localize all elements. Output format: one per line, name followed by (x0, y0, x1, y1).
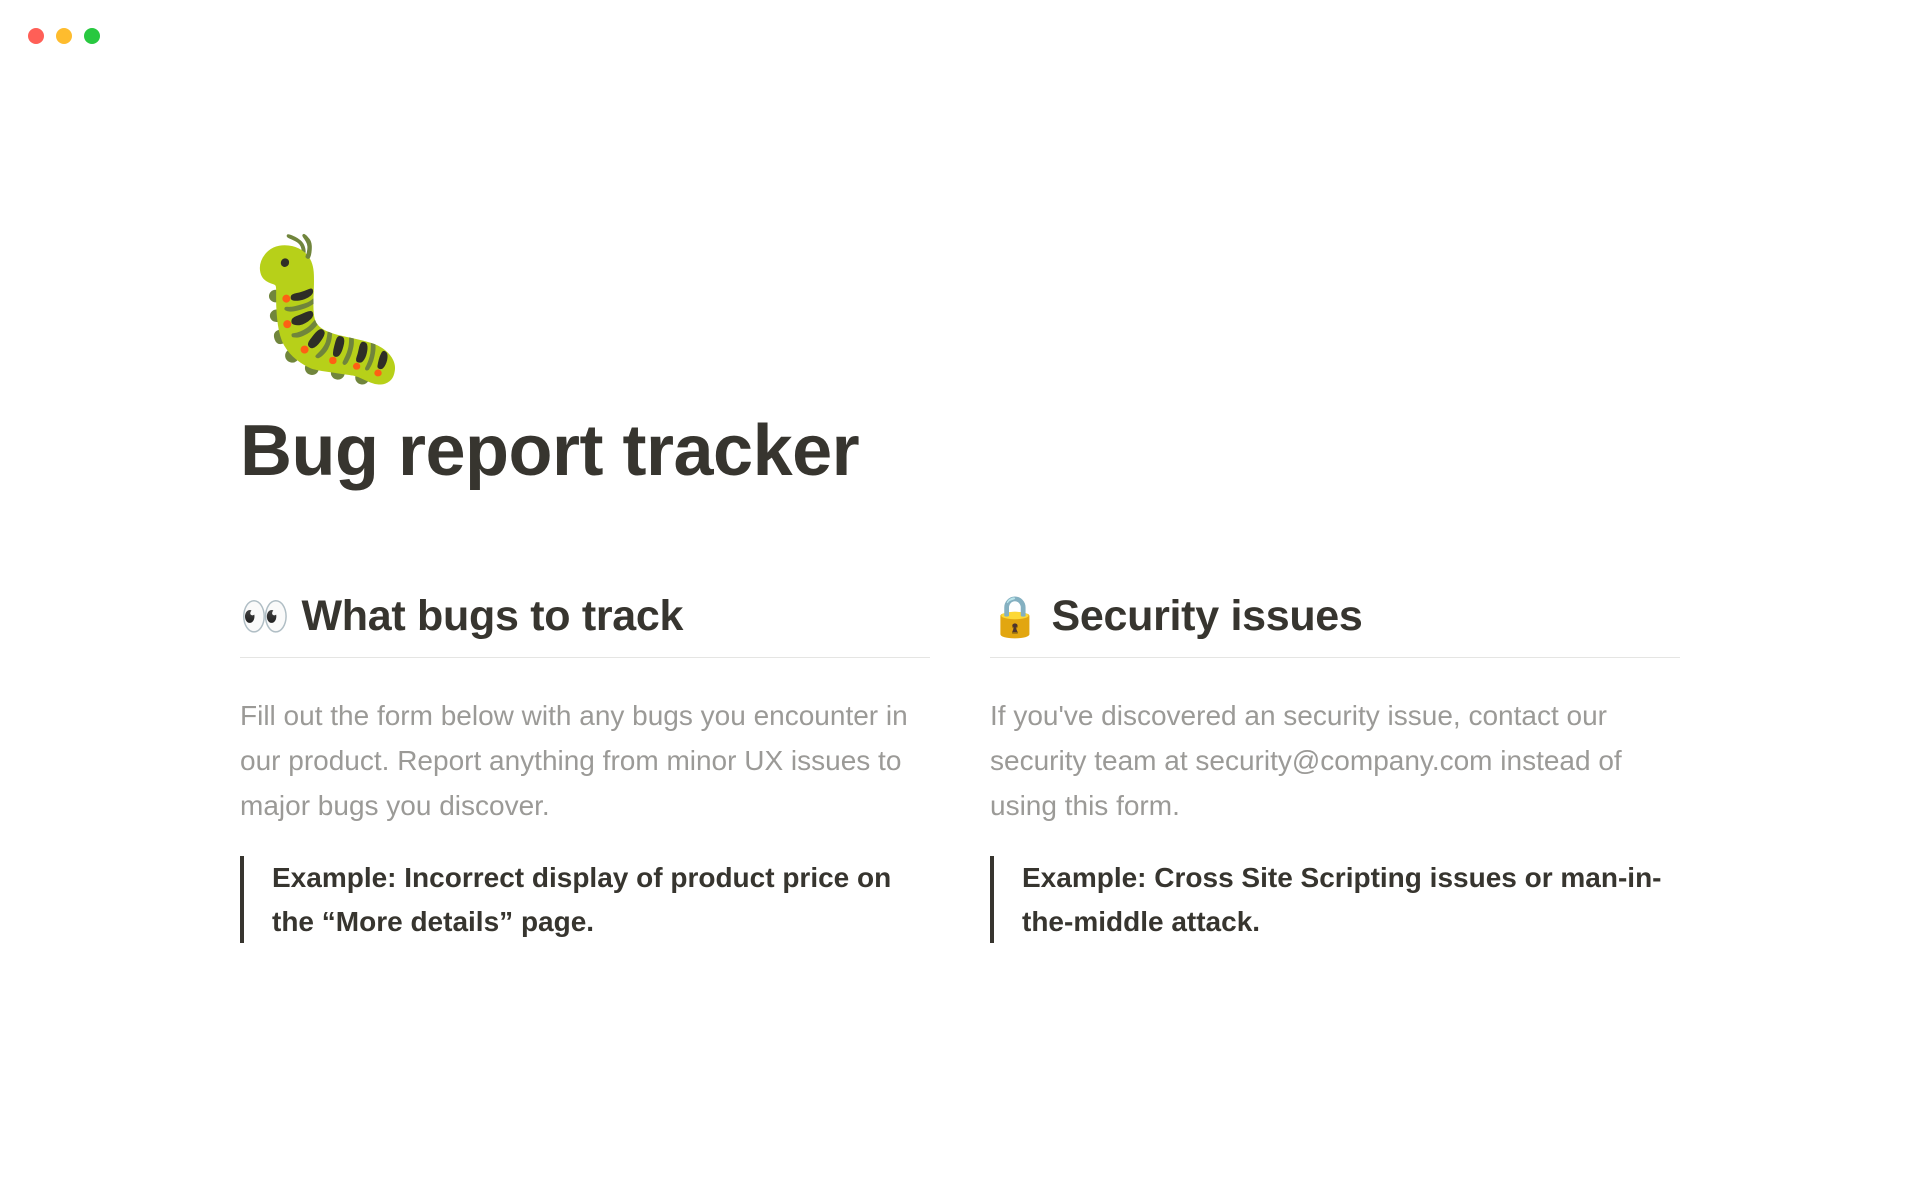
lock-icon: 🔒 (990, 593, 1040, 640)
window-minimize-button[interactable] (56, 28, 72, 44)
section-heading-bugs[interactable]: 👀 What bugs to track (240, 592, 930, 658)
window-controls (28, 28, 100, 44)
callout-security[interactable]: Example: Cross Site Scripting issues or … (990, 856, 1680, 943)
section-body-security[interactable]: If you've discovered an security issue, … (990, 694, 1680, 828)
page-content: 🐛 Bug report tracker 👀 What bugs to trac… (240, 240, 1680, 943)
window-maximize-button[interactable] (84, 28, 100, 44)
window-close-button[interactable] (28, 28, 44, 44)
section-heading-security[interactable]: 🔒 Security issues (990, 592, 1680, 658)
eyes-icon: 👀 (240, 593, 290, 640)
page-icon[interactable]: 🐛 (240, 240, 1680, 380)
callout-bugs[interactable]: Example: Incorrect display of product pr… (240, 856, 930, 943)
columns-container: 👀 What bugs to track Fill out the form b… (240, 592, 1680, 943)
section-heading-security-text: Security issues (1052, 592, 1363, 641)
column-right: 🔒 Security issues If you've discovered a… (990, 592, 1680, 943)
column-left: 👀 What bugs to track Fill out the form b… (240, 592, 930, 943)
page-title[interactable]: Bug report tracker (240, 410, 1680, 492)
section-body-bugs[interactable]: Fill out the form below with any bugs yo… (240, 694, 930, 828)
section-heading-bugs-text: What bugs to track (302, 592, 684, 641)
